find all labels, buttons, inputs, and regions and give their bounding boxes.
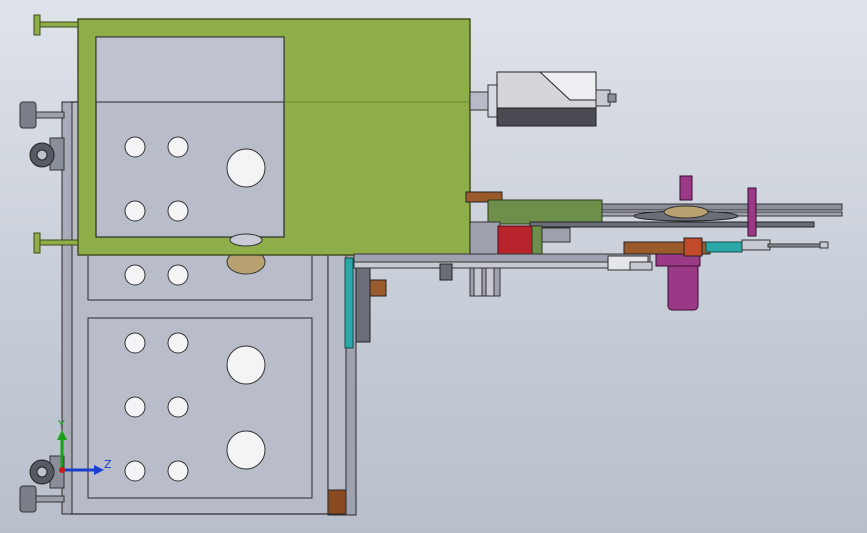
panel-hole <box>167 264 189 286</box>
side-column <box>327 254 387 516</box>
assembly-drawing: Y Z <box>19 14 843 516</box>
panel-hole <box>124 264 146 286</box>
column-bracket <box>355 261 371 343</box>
z-axis-label: Z <box>104 458 112 471</box>
cad-viewport[interactable]: Y Z <box>0 0 867 533</box>
panel-hole <box>124 200 146 222</box>
leveling-foot <box>19 101 65 129</box>
panel-hole <box>167 460 189 482</box>
panel-hole <box>226 345 266 385</box>
column-post <box>327 254 347 516</box>
caster-wheel <box>29 455 65 489</box>
panel-hole <box>167 332 189 354</box>
caster-wheel <box>29 137 65 171</box>
drawer-panel <box>87 251 313 301</box>
panel-hole <box>167 136 189 158</box>
panel-knob-top <box>229 233 263 247</box>
window-upper-pane <box>95 36 285 103</box>
panel-hole <box>226 148 266 188</box>
camera-unit <box>469 71 617 127</box>
cyan-guide <box>344 257 354 349</box>
panel-hole <box>167 396 189 418</box>
leveling-foot <box>33 14 79 36</box>
y-axis-label: Y <box>57 418 65 431</box>
panel-hole <box>167 200 189 222</box>
cabinet-door-panel <box>87 317 313 499</box>
column-foot-block <box>327 489 347 515</box>
upper-enclosure <box>77 18 471 256</box>
x-axis-dot <box>59 467 65 473</box>
panel-hole <box>124 396 146 418</box>
panel-hole <box>124 460 146 482</box>
leveling-foot <box>19 485 65 513</box>
casters <box>29 137 65 489</box>
panel-hole <box>124 136 146 158</box>
panel-hole <box>124 332 146 354</box>
column-clamp <box>369 279 387 297</box>
panel-hole <box>226 430 266 470</box>
